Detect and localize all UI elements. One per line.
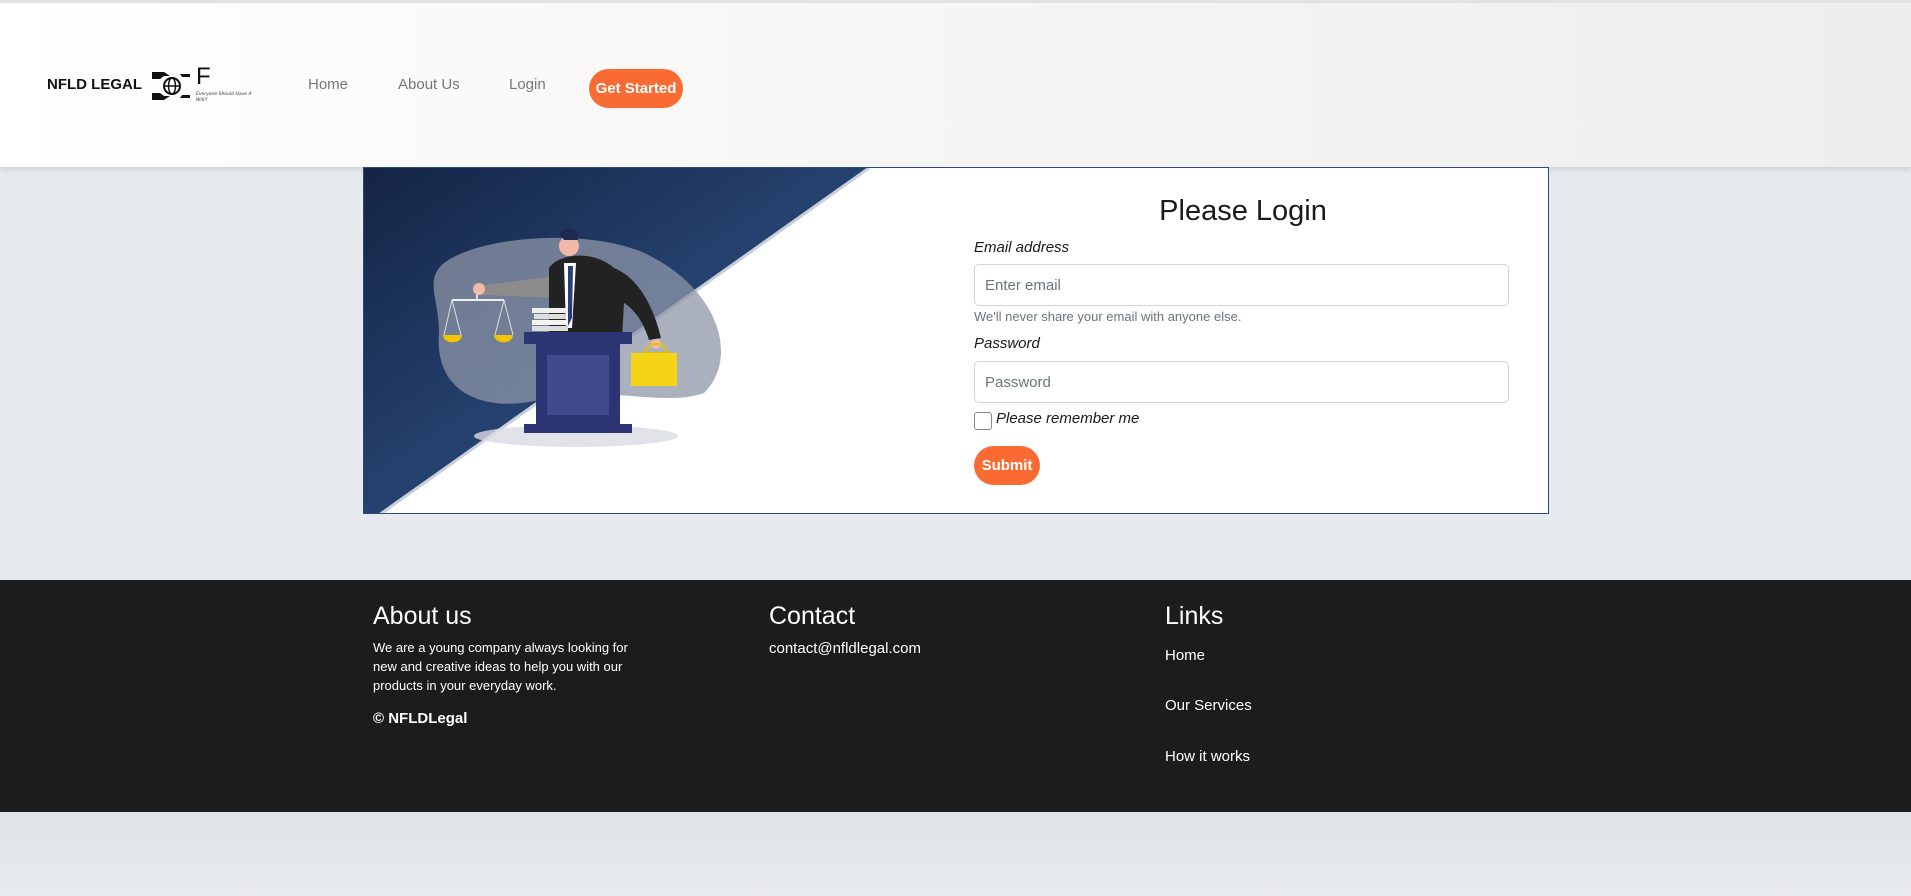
login-title: Please Login bbox=[1159, 195, 1327, 227]
submit-button[interactable]: Submit bbox=[974, 446, 1040, 485]
email-field[interactable] bbox=[974, 264, 1509, 306]
password-label: Password bbox=[974, 335, 1040, 352]
remember-me-label[interactable]: Please remember me bbox=[996, 410, 1139, 427]
company-logo[interactable]: F Everyone Should Have A Will!! bbox=[150, 63, 252, 108]
email-label: Email address bbox=[974, 239, 1070, 256]
footer-copyright: © NFLDLegal bbox=[373, 710, 468, 727]
footer-about-title: About us bbox=[373, 602, 472, 630]
site-footer: About us We are a young company always l… bbox=[0, 580, 1911, 812]
page-bottom-area bbox=[0, 812, 1911, 896]
remember-me-checkbox[interactable] bbox=[974, 412, 992, 430]
get-started-button[interactable]: Get Started bbox=[589, 69, 683, 108]
footer-about-text: We are a young company always looking fo… bbox=[373, 640, 628, 693]
password-field[interactable] bbox=[974, 361, 1509, 403]
nav-login[interactable]: Login bbox=[509, 76, 546, 93]
footer-contact-title: Contact bbox=[769, 602, 856, 630]
brand-name[interactable]: NFLD LEGAL bbox=[47, 76, 142, 93]
logo-tagline: Everyone Should Have A Will!! bbox=[196, 92, 252, 103]
nav-home[interactable]: Home bbox=[308, 76, 348, 93]
logo-letter: F bbox=[196, 63, 211, 90]
site-header: NFLD LEGAL F Everyone Should Have A Will… bbox=[0, 0, 1911, 167]
email-help-text: We'll never share your email with anyone… bbox=[974, 309, 1242, 324]
nav-about-us[interactable]: About Us bbox=[398, 76, 460, 93]
footer-link-our-services[interactable]: Our Services bbox=[1165, 697, 1252, 714]
handshake-globe-icon bbox=[152, 72, 190, 100]
footer-link-home[interactable]: Home bbox=[1165, 647, 1205, 664]
footer-links-title: Links bbox=[1165, 602, 1224, 630]
footer-contact-email[interactable]: contact@nfldlegal.com bbox=[769, 640, 921, 657]
footer-link-how-it-works[interactable]: How it works bbox=[1165, 748, 1250, 765]
